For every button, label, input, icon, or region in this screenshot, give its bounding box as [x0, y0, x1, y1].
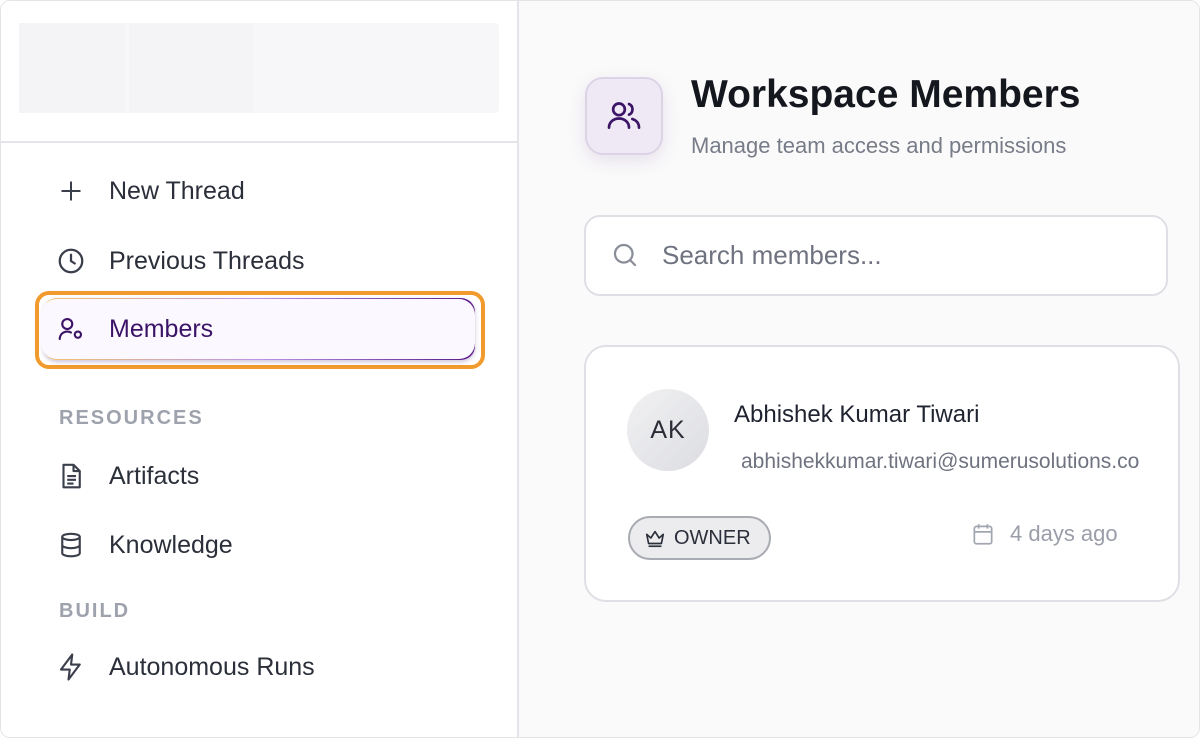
section-label-build: BUILD	[59, 600, 131, 622]
page-subtitle: Manage team access and permissions	[691, 133, 1067, 158]
role-label: OWNER	[674, 526, 751, 549]
page-title: Workspace Members	[691, 73, 1081, 116]
nav-item-previous-threads[interactable]: Previous Threads	[41, 231, 475, 291]
role-badge: OWNER	[628, 516, 771, 560]
nav-item-artifacts[interactable]: Artifacts	[41, 446, 475, 506]
app-window: New Thread Previous Threads Members RESO…	[0, 0, 1200, 738]
main-content: Workspace Members Manage team access and…	[519, 1, 1199, 737]
nav-item-knowledge[interactable]: Knowledge	[41, 515, 475, 575]
calendar-icon	[970, 521, 996, 547]
nav-item-label: Autonomous Runs	[109, 652, 315, 681]
crown-icon	[644, 527, 666, 549]
database-icon	[55, 529, 87, 561]
member-card[interactable]: AK Abhishek Kumar Tiwari abhishekkumar.t…	[584, 345, 1180, 602]
users-icon	[585, 77, 663, 155]
nav-item-label: New Thread	[109, 176, 245, 205]
logo-segment	[129, 23, 253, 113]
member-email: abhishekkumar.tiwari@sumerusolutions.com	[741, 450, 1139, 473]
logo-segment	[19, 23, 125, 113]
nav-item-members[interactable]: Members	[41, 299, 475, 359]
logo-placeholder	[19, 23, 499, 113]
search-box[interactable]	[584, 215, 1168, 296]
avatar: AK	[627, 389, 709, 471]
nav-item-label: Members	[109, 314, 214, 343]
user-cog-icon	[55, 313, 87, 345]
joined-date: 4 days ago	[970, 521, 1118, 547]
sidebar: New Thread Previous Threads Members RESO…	[1, 1, 519, 737]
nav-item-label: Previous Threads	[109, 246, 305, 275]
joined-label: 4 days ago	[1010, 521, 1118, 546]
section-label-resources: RESOURCES	[59, 407, 204, 429]
search-icon	[610, 240, 642, 272]
member-name: Abhishek Kumar Tiwari	[734, 401, 980, 428]
search-input[interactable]	[662, 240, 1142, 271]
sidebar-divider	[1, 141, 519, 143]
file-text-icon	[55, 460, 87, 492]
nav-item-autonomous-runs[interactable]: Autonomous Runs	[41, 637, 475, 697]
clock-icon	[55, 245, 87, 277]
nav-item-label: Artifacts	[109, 461, 200, 490]
plus-icon	[55, 175, 87, 207]
nav-item-new-thread[interactable]: New Thread	[41, 161, 475, 221]
nav-item-label: Knowledge	[109, 530, 233, 559]
lightning-icon	[55, 651, 87, 683]
